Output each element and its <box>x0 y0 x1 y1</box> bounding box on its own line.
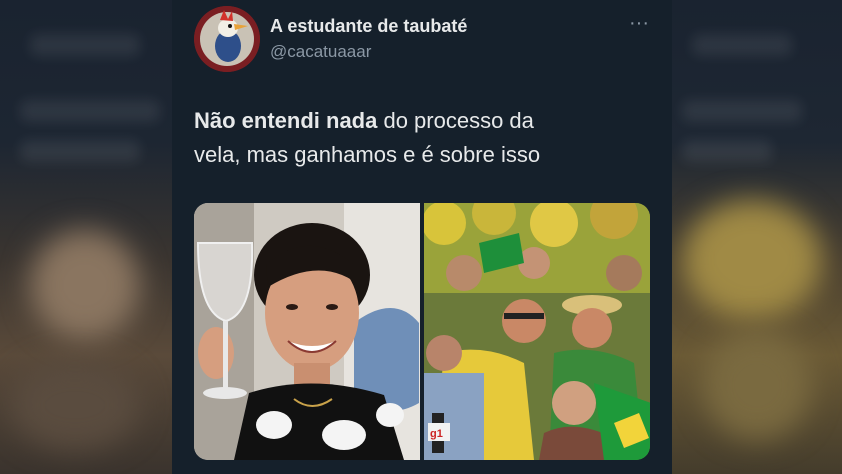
tv-logo: g1 <box>430 428 443 440</box>
avatar[interactable] <box>194 6 260 72</box>
tweet-card: A estudante de taubaté @cacatuaaar ··· N… <box>172 0 672 474</box>
tweet-text: Não entendi nada do processo da vela, ma… <box>194 104 654 172</box>
tweet-media: g1 <box>194 203 650 460</box>
tweet-text-bold: Não entendi nada <box>194 108 378 133</box>
photo-selfie[interactable] <box>194 203 421 460</box>
user-handle[interactable]: @cacatuaaar <box>270 42 371 62</box>
blurred-backdrop-left <box>0 0 172 474</box>
display-name[interactable]: A estudante de taubaté <box>270 16 467 37</box>
photo-crowd[interactable]: g1 <box>423 203 650 460</box>
tweet-text-line2: vela, mas ganhamos e é sobre isso <box>194 142 541 167</box>
more-options-button[interactable]: ··· <box>624 13 654 38</box>
blurred-backdrop-right <box>672 0 842 474</box>
tweet-text-line1: do processo da <box>377 108 534 133</box>
